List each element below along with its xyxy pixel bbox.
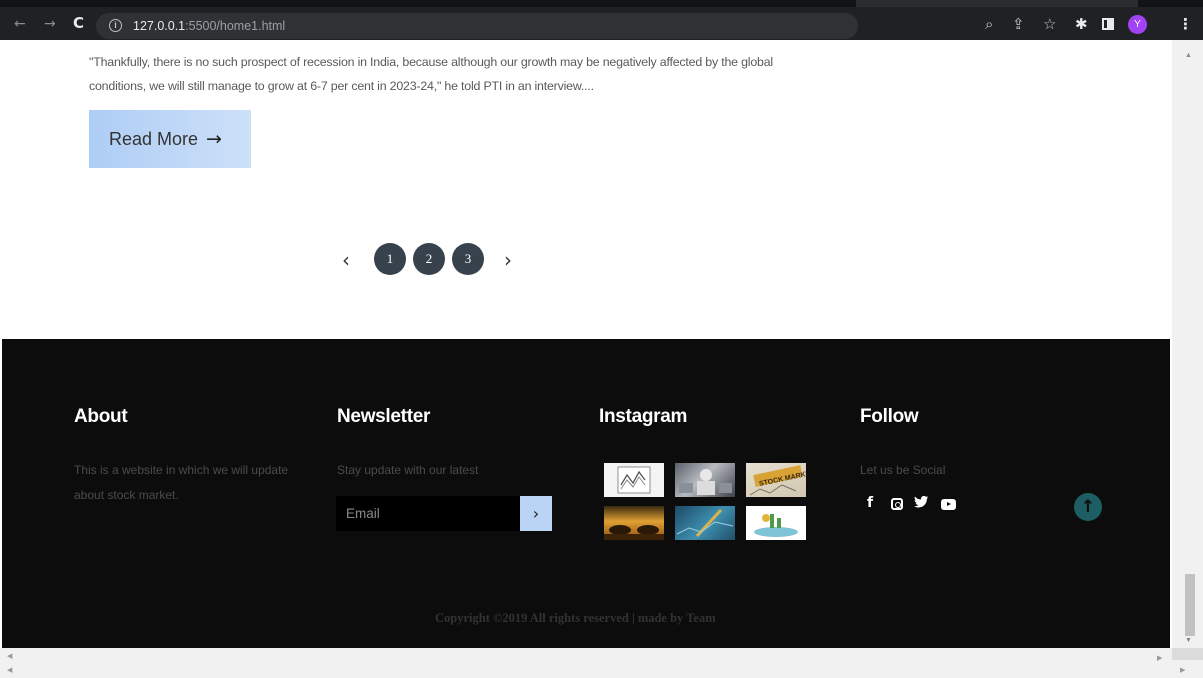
extensions-icon[interactable]: ✱ xyxy=(1075,15,1088,33)
arrow-right-icon: → xyxy=(206,128,222,150)
pen-chart-icon xyxy=(676,508,734,538)
scroll-left-icon-2[interactable]: ◀ xyxy=(7,666,12,674)
scroll-down-icon[interactable]: ▼ xyxy=(1185,637,1192,644)
footer-newsletter-text: Stay update with our latest xyxy=(337,463,479,477)
pagination-next-icon[interactable]: › xyxy=(504,248,512,272)
youtube-icon[interactable] xyxy=(941,499,956,510)
footer-newsletter-title: Newsletter xyxy=(337,406,431,427)
newsletter-submit-button[interactable]: › xyxy=(520,496,552,531)
scrollbar-corner xyxy=(1172,648,1203,660)
vertical-scroll-thumb[interactable] xyxy=(1185,574,1195,636)
forward-icon[interactable]: → xyxy=(44,17,56,31)
stock-market-sign-thumbnail[interactable]: STOCK MARKET xyxy=(746,463,806,497)
scroll-left-icon[interactable]: ◀ xyxy=(7,652,12,660)
trader-icon xyxy=(679,469,732,495)
zoom-icon[interactable]: ⌕ xyxy=(985,15,993,33)
scroll-up-icon[interactable]: ▲ xyxy=(1185,52,1192,59)
horizontal-scrollbar[interactable]: ◀ ◀ ▶ ▶ xyxy=(0,648,1203,678)
star-icon[interactable]: ☆ xyxy=(1043,15,1056,33)
footer-follow-title: Follow xyxy=(860,406,919,427)
avatar[interactable]: Y xyxy=(1128,15,1147,34)
scroll-right-icon-2[interactable]: ▶ xyxy=(1180,666,1185,674)
bull-bear-thumbnail[interactable] xyxy=(604,506,664,540)
browser-toolbar: ← → C i 127.0.0.1:5500/home1.html ⌕ ⇪ ☆ … xyxy=(0,0,1203,40)
read-more-label: Read More xyxy=(109,129,199,149)
back-icon[interactable]: ← xyxy=(14,17,26,31)
facebook-icon[interactable]: f xyxy=(867,495,873,511)
chart-thumbnail[interactable] xyxy=(604,463,664,497)
site-footer: About This is a website in which we will… xyxy=(2,339,1170,648)
growth-thumbnail[interactable] xyxy=(746,506,806,540)
scroll-right-icon[interactable]: ▶ xyxy=(1157,654,1162,662)
bull-bear-icon xyxy=(604,525,664,540)
back-to-top-icon[interactable]: ↑ xyxy=(1074,493,1102,521)
email-field[interactable] xyxy=(336,496,520,531)
pagination-page-1[interactable]: 1 xyxy=(374,243,406,275)
tab-area xyxy=(856,0,1138,7)
twitter-bird-shape xyxy=(914,495,929,508)
instagram-gallery: STOCK MARKET xyxy=(604,463,806,541)
info-icon[interactable]: i xyxy=(109,19,122,32)
side-panel-icon[interactable] xyxy=(1102,18,1114,30)
pagination-prev-icon[interactable]: ‹ xyxy=(342,248,350,272)
footer-instagram-title: Instagram xyxy=(599,406,688,427)
newsletter-form: › xyxy=(336,496,552,531)
vertical-scrollbar[interactable]: ▲ ▼ xyxy=(1172,40,1203,648)
tab-strip xyxy=(0,0,1203,7)
footer-about-title: About xyxy=(74,406,128,427)
url-text[interactable]: 127.0.0.1:5500/home1.html xyxy=(133,19,285,33)
instagram-icon[interactable] xyxy=(891,498,903,510)
reload-icon[interactable]: C xyxy=(73,16,84,31)
pen-chart-thumbnail[interactable] xyxy=(675,506,735,540)
page-content: "Thankfully, there is no such prospect o… xyxy=(0,40,1172,648)
growth-icon xyxy=(754,514,798,537)
menu-icon[interactable]: ⋮ xyxy=(1178,15,1193,33)
share-icon[interactable]: ⇪ xyxy=(1012,15,1025,33)
pagination-page-2[interactable]: 2 xyxy=(413,243,445,275)
pagination-page-3[interactable]: 3 xyxy=(452,243,484,275)
read-more-button[interactable]: Read More → xyxy=(89,110,251,168)
address-bar[interactable]: i 127.0.0.1:5500/home1.html xyxy=(96,13,858,39)
twitter-icon[interactable] xyxy=(914,495,929,513)
line-chart-icon xyxy=(617,466,651,494)
url-host: 127.0.0.1 xyxy=(133,19,186,33)
url-path: :5500/home1.html xyxy=(185,19,286,33)
copyright-text: Copyright ©2019 All rights reserved | ma… xyxy=(435,611,716,625)
stock-market-sign-icon: STOCK MARKET xyxy=(749,465,806,496)
footer-follow-text: Let us be Social xyxy=(860,463,946,477)
article-excerpt: "Thankfully, there is no such prospect o… xyxy=(89,55,773,93)
footer-about-text: This is a website in which we will updat… xyxy=(74,463,289,502)
trader-thumbnail[interactable] xyxy=(675,463,735,497)
